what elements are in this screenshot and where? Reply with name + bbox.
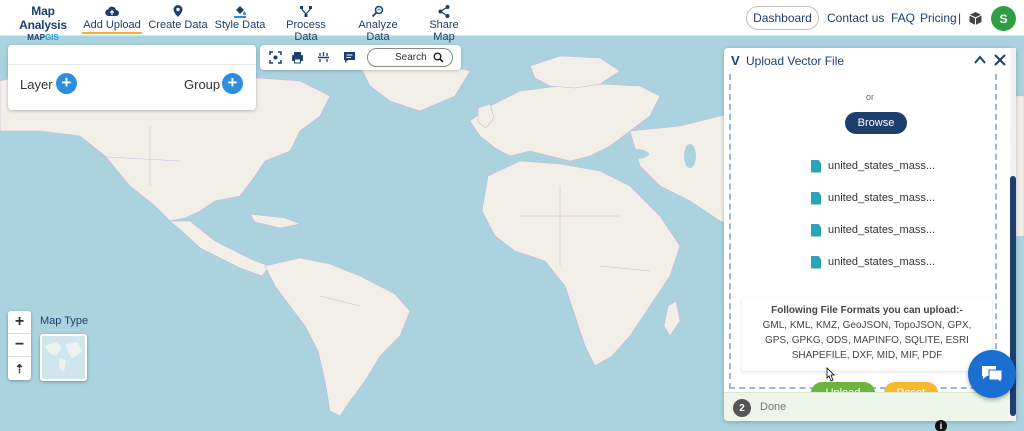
nav-style-data-label: Style Data (214, 19, 266, 31)
browse-button[interactable]: Browse (845, 112, 907, 134)
formats-line: GML, KML, KMZ, GeoJSON, TopoJSON, GPX, (762, 320, 972, 331)
comment-button[interactable] (341, 49, 358, 66)
file-name: united_states_mass... (828, 192, 936, 204)
nav-add-upload-label: Add Upload (83, 19, 141, 31)
close-icon[interactable] (994, 54, 1006, 66)
add-layer-button[interactable]: + (56, 73, 77, 94)
map-pin-icon (173, 5, 183, 17)
nav-analyze-data-label: Analyze Data (358, 19, 398, 43)
chevron-up-icon[interactable] (974, 55, 986, 65)
print-icon (292, 52, 303, 64)
layer-label: Layer (20, 77, 53, 92)
map-search-input[interactable]: Search (367, 48, 453, 67)
share-icon (438, 5, 450, 18)
file-item: united_states_mass... (811, 222, 935, 238)
nav-share-map-label: Share Map (429, 19, 459, 43)
file-icon (811, 191, 821, 205)
nav-create-data[interactable]: Create Data (148, 4, 208, 31)
nav-create-data-label: Create Data (148, 19, 208, 31)
file-item: united_states_mass... (811, 190, 935, 206)
contact-us-link[interactable]: Contact us (827, 11, 884, 25)
search-icon (433, 52, 444, 63)
logo-title: Map Analysis (19, 4, 67, 32)
nav-process-data-label: Process Data (286, 19, 326, 43)
pointer-cursor-icon (826, 367, 835, 382)
file-name: united_states_mass... (828, 160, 936, 172)
user-avatar[interactable]: S (991, 6, 1016, 31)
map-type-label: Map Type (40, 315, 89, 327)
map-toolbar: Search (260, 45, 461, 70)
print-button[interactable] (289, 49, 306, 66)
map-type-switcher[interactable] (40, 334, 87, 381)
zoom-in-button[interactable]: + (8, 311, 31, 334)
fit-extent-icon (269, 51, 282, 64)
file-item: united_states_mass... (811, 158, 935, 174)
top-navigation-bar: Map Analysis MAPGIS Add Upload Create Da… (0, 0, 1024, 43)
formats-line: SHAPEFILE, DXF, MID, MIF, PDF (791, 350, 943, 361)
nav-add-upload[interactable]: Add Upload (82, 4, 142, 34)
file-item: united_states_mass... (811, 254, 935, 270)
search-placeholder: Search (395, 52, 427, 63)
faq-link[interactable]: FAQ (891, 11, 915, 25)
supported-formats-box: Following File Formats you can upload:- … (742, 298, 992, 371)
upload-step-footer: 2 Done (724, 392, 1016, 421)
file-icon (811, 255, 821, 269)
file-icon (811, 159, 821, 173)
zoom-control: + − ⇡ (8, 311, 31, 380)
formats-heading: Following File Formats you can upload:- (771, 305, 963, 316)
basemap-thumbnail (44, 342, 82, 372)
zoom-out-button[interactable]: − (8, 334, 31, 357)
comment-icon (344, 52, 355, 63)
file-name: united_states_mass... (828, 224, 936, 236)
upload-panel-header: V Upload Vector File (724, 48, 1016, 74)
vector-icon: V (731, 53, 740, 68)
logo-subtitle: MAPGIS (27, 33, 59, 42)
process-icon (300, 6, 312, 17)
file-name: united_states_mass... (828, 256, 936, 268)
dashboard-button[interactable]: Dashboard (746, 6, 819, 30)
cube-icon[interactable] (968, 11, 983, 26)
analyze-icon (371, 5, 384, 18)
chat-bubble-icon (982, 366, 1003, 384)
step-number-badge: 2 (733, 399, 751, 417)
layer-group-panel: Layer + Group + (8, 45, 256, 110)
group-label: Group (184, 77, 221, 92)
nav-analyze-data[interactable]: Analyze Data (346, 4, 410, 43)
measure-button[interactable] (315, 49, 332, 66)
measure-icon (318, 52, 329, 62)
paint-bucket-icon (234, 6, 246, 18)
pricing-link[interactable]: Pricing (920, 11, 957, 25)
nav-separator: | (958, 11, 962, 25)
file-drop-zone[interactable]: or Browse united_states_mass... united_s… (729, 74, 997, 404)
app-logo[interactable]: Map Analysis MAPGIS (7, 4, 79, 42)
nav-style-data[interactable]: Style Data (214, 4, 266, 31)
panel-divider (8, 64, 256, 65)
fit-extent-button[interactable] (267, 49, 284, 66)
file-icon (811, 223, 821, 237)
add-group-button[interactable]: + (222, 73, 243, 94)
chat-widget-button[interactable] (968, 350, 1016, 398)
info-icon[interactable]: i (935, 420, 947, 431)
formats-line: GPS, GPKG, ODS, MAPINFO, SQLITE, ESRI (765, 335, 969, 346)
or-text: or (866, 92, 875, 102)
reset-bearing-button[interactable]: ⇡ (8, 357, 31, 380)
step-label: Done (760, 401, 787, 413)
nav-process-data[interactable]: Process Data (274, 4, 338, 43)
cloud-upload-icon (105, 6, 119, 16)
upload-panel-title: Upload Vector File (746, 54, 845, 68)
nav-share-map[interactable]: Share Map (418, 4, 470, 43)
